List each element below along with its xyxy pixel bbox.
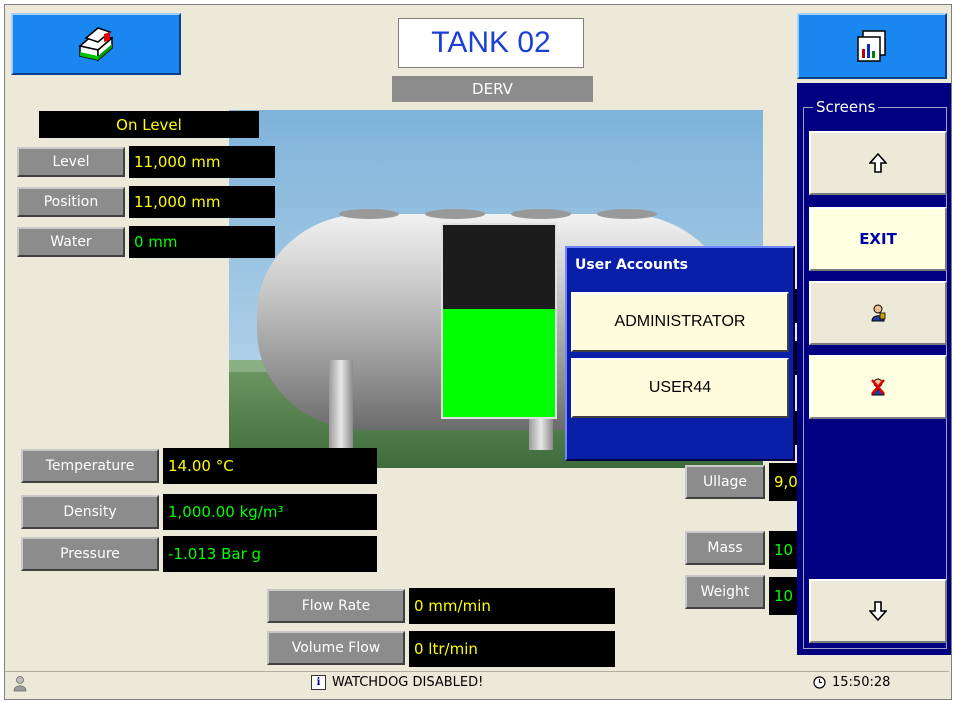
temperature-label: Temperature bbox=[21, 449, 159, 483]
pressure-label: Pressure bbox=[21, 537, 159, 571]
volume-flow-value: 0 ltr/min bbox=[409, 631, 615, 667]
level-label: Level bbox=[17, 147, 125, 177]
mass-label: Mass bbox=[685, 531, 765, 565]
screens-down-button[interactable] bbox=[809, 579, 947, 643]
reports-icon bbox=[857, 30, 886, 62]
level-status-banner: On Level bbox=[39, 111, 259, 138]
page-title: TANK 02 bbox=[398, 18, 584, 68]
app-window: TANK 02 DERV On Level Level 11,000 mm Po… bbox=[4, 4, 952, 700]
ullage-label: Ullage bbox=[685, 465, 765, 499]
user-login-icon bbox=[871, 304, 886, 322]
user-logout-button[interactable] bbox=[809, 355, 947, 419]
user-accounts-title: User Accounts bbox=[575, 257, 688, 273]
water-value: 0 mm bbox=[129, 226, 275, 258]
pressure-value: -1.013 Bar g bbox=[163, 536, 377, 572]
exit-button[interactable]: EXIT bbox=[809, 207, 947, 271]
reports-button[interactable] bbox=[797, 13, 947, 79]
weight-label: Weight bbox=[685, 575, 765, 609]
screens-title: Screens bbox=[813, 98, 879, 116]
account-user44[interactable]: USER44 bbox=[571, 358, 789, 418]
tanks-icon bbox=[78, 27, 114, 62]
screens-up-button[interactable] bbox=[809, 131, 947, 195]
tank-level-fill bbox=[443, 309, 555, 417]
density-label: Density bbox=[21, 495, 159, 529]
clock-time: 15:50:28 bbox=[832, 675, 891, 690]
flow-rate-label: Flow Rate bbox=[267, 589, 405, 623]
tank-level-gauge bbox=[441, 223, 557, 419]
clock-icon bbox=[813, 676, 826, 689]
account-administrator[interactable]: ADMINISTRATOR bbox=[571, 292, 789, 352]
user-status-icon bbox=[13, 676, 27, 692]
user-logout-icon bbox=[871, 378, 885, 396]
status-message: i WATCHDOG DISABLED! bbox=[311, 675, 483, 690]
status-bar: i WATCHDOG DISABLED! 15:50:28 bbox=[5, 671, 949, 697]
user-login-button[interactable] bbox=[809, 281, 947, 345]
position-value: 11,000 mm bbox=[129, 186, 275, 218]
arrow-up-icon bbox=[869, 153, 887, 173]
info-icon: i bbox=[311, 675, 326, 690]
user-accounts-dialog: User Accounts ADMINISTRATOR USER44 bbox=[565, 246, 795, 461]
volume-flow-label: Volume Flow bbox=[267, 631, 405, 665]
watchdog-text: WATCHDOG DISABLED! bbox=[332, 675, 484, 690]
product-name: DERV bbox=[392, 76, 593, 102]
flow-rate-value: 0 mm/min bbox=[409, 588, 615, 624]
clock: 15:50:28 bbox=[813, 675, 890, 690]
screens-panel: Screens EXIT bbox=[797, 83, 951, 655]
density-value: 1,000.00 kg/m³ bbox=[163, 494, 377, 530]
tanks-button[interactable] bbox=[11, 13, 181, 75]
position-label: Position bbox=[17, 187, 125, 217]
temperature-value: 14.00 °C bbox=[163, 448, 377, 484]
arrow-down-icon bbox=[869, 601, 887, 621]
water-label: Water bbox=[17, 227, 125, 257]
level-value: 11,000 mm bbox=[129, 146, 275, 178]
